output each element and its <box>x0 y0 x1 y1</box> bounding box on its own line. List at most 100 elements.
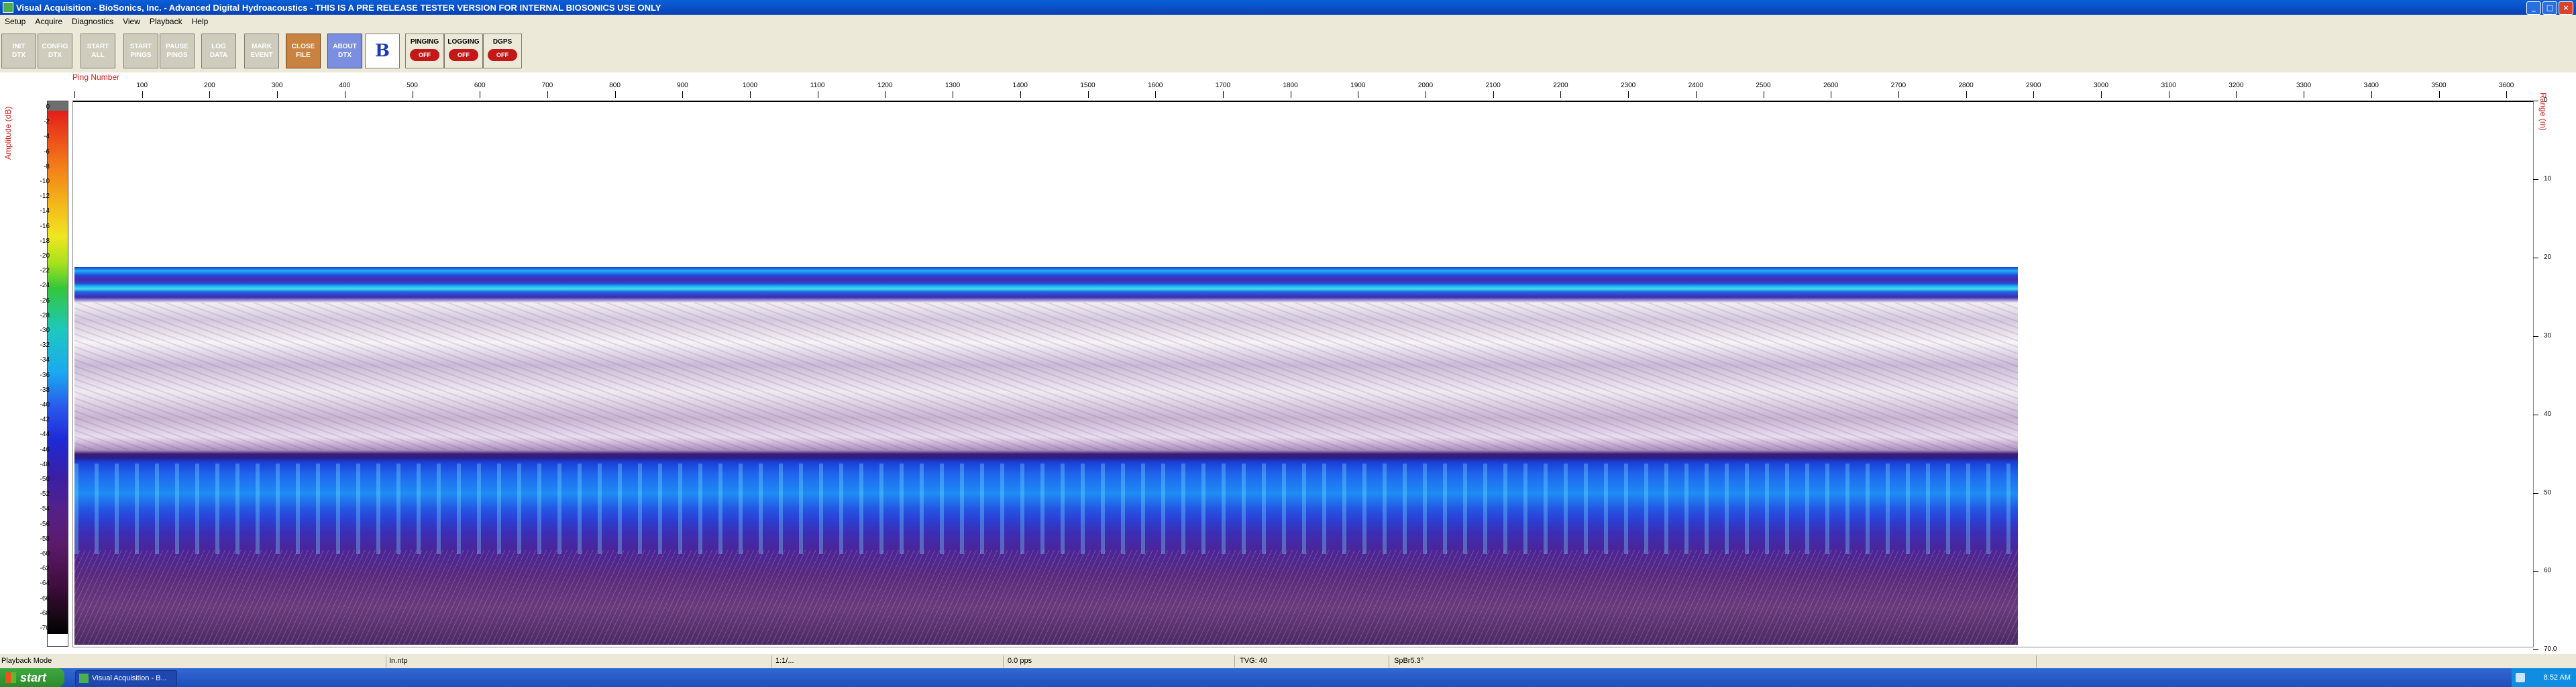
color-scale-gradient <box>48 111 68 634</box>
echogram-scatter-layer <box>74 303 2018 451</box>
ping-tick-label: 300 <box>271 82 283 89</box>
amplitude-tick-label: -36 <box>40 371 50 379</box>
ping-tick-label: 3500 <box>2431 82 2447 89</box>
start-button[interactable]: start <box>0 668 64 687</box>
ping-tick-label: 3600 <box>2499 82 2514 89</box>
amplitude-tick-label: -22 <box>40 267 50 275</box>
ping-tick-mark <box>1155 91 1157 98</box>
amplitude-tick-label: -24 <box>40 282 50 290</box>
ping-tick-label: 1300 <box>945 82 961 89</box>
amplitude-tick-label: -66 <box>40 594 50 602</box>
status-separator <box>1003 655 1004 668</box>
logging-indicator: LOGGING OFF <box>444 34 483 68</box>
ping-tick-label: 1400 <box>1012 82 1028 89</box>
amplitude-tick-label: -46 <box>40 445 50 454</box>
amplitude-tick-label: -20 <box>40 252 50 260</box>
range-tick-label: 20 <box>2544 253 2552 261</box>
start-pings-button[interactable]: START PINGS <box>123 34 158 68</box>
amplitude-tick-label: -18 <box>40 237 50 245</box>
about-dtx-button[interactable]: ABOUT DTX <box>327 34 362 68</box>
amplitude-tick-label: -42 <box>40 416 50 424</box>
ping-tick-label: 2100 <box>1485 82 1501 89</box>
status-separator <box>2036 655 2037 668</box>
color-scale-cap <box>48 101 68 111</box>
title-bar: Visual Acquisition - BioSonics, Inc. - A… <box>0 0 2576 15</box>
init-dtx-button[interactable]: INIT DTX <box>1 34 36 68</box>
ping-tick-label: 1900 <box>1350 82 1366 89</box>
mark-event-button[interactable]: MARK EVENT <box>244 34 279 68</box>
color-scale-tail <box>48 634 68 646</box>
pause-pings-button[interactable]: PAUSE PINGS <box>160 34 195 68</box>
ping-tick-label: 3200 <box>2229 82 2244 89</box>
amplitude-tick-label: -10 <box>40 178 50 185</box>
close-file-button[interactable]: CLOSE FILE <box>286 34 321 68</box>
menu-diagnostics[interactable]: Diagnostics <box>67 17 118 26</box>
menu-view[interactable]: View <box>118 17 145 26</box>
ping-tick-mark <box>750 91 751 98</box>
amplitude-tick-label: -6 <box>44 148 50 156</box>
ping-tick-label: 2000 <box>1417 82 1434 89</box>
amplitude-tick-label: -56 <box>40 520 50 528</box>
status-rate: 0.0 pps <box>1008 657 1032 665</box>
menu-setup[interactable]: Setup <box>0 17 30 26</box>
amplitude-tick-label: 0 <box>46 103 50 111</box>
dgps-label: DGPS <box>492 38 513 46</box>
taskbar-item-visual-acquisition[interactable]: Visual Acquisition - B... <box>75 670 177 686</box>
close-button[interactable]: × <box>2559 1 2573 15</box>
ping-tick-mark <box>2236 91 2237 98</box>
ping-tick-label: 600 <box>474 82 486 89</box>
dgps-state: OFF <box>488 49 517 61</box>
taskbar: start Visual Acquisition - B... 8:52 AM <box>0 668 2576 687</box>
ping-tick-mark <box>1560 91 1562 98</box>
windows-flag-icon <box>5 672 16 683</box>
window-title: Visual Acquisition - BioSonics, Inc. - A… <box>16 2 661 13</box>
biosonics-logo-icon: B <box>365 34 400 68</box>
ping-tick-mark <box>1898 91 1899 98</box>
ping-tick-label: 1700 <box>1215 82 1231 89</box>
network-icon[interactable] <box>2516 673 2525 682</box>
menu-help[interactable]: Help <box>187 17 213 26</box>
range-tick-label: 10 <box>2544 174 2552 182</box>
ping-tick-mark <box>1493 91 1494 98</box>
range-tick-mark <box>2533 492 2538 494</box>
ping-tick-mark <box>74 91 75 98</box>
start-all-button[interactable]: START ALL <box>80 34 115 68</box>
ping-tick-mark <box>142 91 143 98</box>
status-separator <box>771 655 772 668</box>
echogram-bottom-layer <box>74 463 2018 554</box>
window-controls: _ □ × <box>2526 1 2573 15</box>
status-spreading: SpBr5.3° <box>1394 657 1424 665</box>
echogram-panel: Ping Number Amplitude (dB) Range (m) 100… <box>0 72 2576 653</box>
menu-playback[interactable]: Playback <box>145 17 187 26</box>
ping-tick-label: 1100 <box>810 82 825 89</box>
ping-tick-label: 1800 <box>1283 82 1298 89</box>
status-bar: Playback Mode In.ntp 1:1/... 0.0 pps TVG… <box>0 653 2576 669</box>
maximize-button[interactable]: □ <box>2542 1 2557 15</box>
minimize-button[interactable]: _ <box>2526 1 2541 15</box>
range-tick-label: 30 <box>2544 331 2552 339</box>
range-tick-mark <box>2533 571 2538 572</box>
ping-tick-mark <box>2506 91 2508 98</box>
ping-tick-label: 500 <box>407 82 418 89</box>
ping-tick-label: 3400 <box>2363 82 2379 89</box>
amplitude-tick-label: -12 <box>40 193 50 201</box>
amplitude-axis-label: Amplitude (dB) <box>3 106 13 160</box>
amplitude-tick-label: -8 <box>44 162 50 170</box>
amplitude-tick-label: -58 <box>40 535 50 543</box>
amplitude-tick-label: -30 <box>40 327 50 334</box>
amplitude-tick-label: -48 <box>40 460 50 468</box>
ping-tick-mark <box>2101 91 2102 98</box>
amplitude-tick-label: -38 <box>40 386 50 394</box>
menu-acquire[interactable]: Acquire <box>30 17 67 26</box>
status-file: In.ntp <box>389 657 408 665</box>
ping-tick-label: 3300 <box>2296 82 2312 89</box>
ping-tick-mark <box>1695 91 1697 98</box>
amplitude-tick-label: -34 <box>40 356 50 364</box>
config-dtx-button[interactable]: CONFIG DTX <box>38 34 72 68</box>
amplitude-tick-label: -52 <box>40 490 50 498</box>
range-tick-label: 0 <box>2544 97 2548 104</box>
amplitude-tick-label: -40 <box>40 401 50 409</box>
ping-tick-label: 400 <box>339 82 351 89</box>
ping-tick-mark <box>209 91 211 98</box>
log-data-button[interactable]: LOG DATA <box>201 34 236 68</box>
